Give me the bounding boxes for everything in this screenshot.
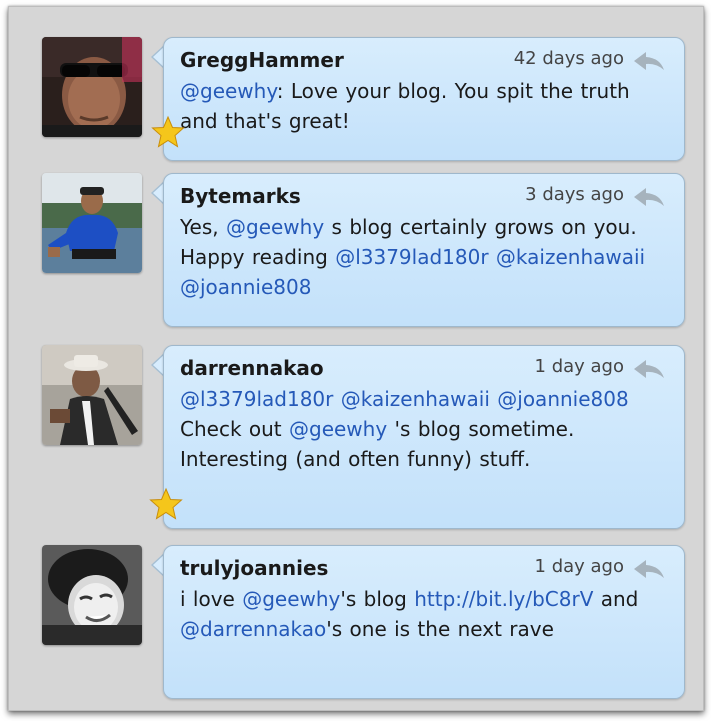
reply-arrow-icon[interactable] (632, 186, 666, 208)
url-link[interactable]: http://bit.ly/bC8rV (414, 587, 593, 611)
tweet-text-segment: 's blog (340, 587, 415, 611)
tweet-bubble: trulyjoannies 1 day ago i love @geewhy's… (163, 545, 685, 699)
tweet-bubble: GreggHammer 42 days ago @geewhy: Love yo… (163, 37, 685, 161)
mention-link[interactable]: @joannie808 (180, 275, 311, 299)
reply-arrow-icon[interactable] (632, 358, 666, 380)
tweet-bubble: darrennakao 1 day ago @l3379lad180r @kai… (163, 345, 685, 529)
mention-link[interactable]: @darrennakao (180, 617, 326, 641)
mention-link[interactable]: @joannie808 (497, 387, 628, 411)
tweet-timestamp: 3 days ago (525, 184, 624, 205)
mention-link[interactable]: @geewhy (289, 417, 387, 441)
tweet-text-segment (333, 387, 340, 411)
tweet-text-segment: Check out (180, 417, 289, 441)
tweet-text: i love @geewhy's blog http://bit.ly/bC8r… (180, 584, 670, 644)
tweet-text: @geewhy: Love your blog. You spit the tr… (180, 76, 670, 136)
tweet-text: Yes, @geewhy s blog certainly grows on y… (180, 212, 670, 302)
avatar[interactable] (42, 173, 142, 273)
timeline-panel: GreggHammer 42 days ago @geewhy: Love yo… (8, 6, 704, 711)
tweet-text-segment: and (593, 587, 639, 611)
tweet-username[interactable]: GreggHammer (180, 48, 344, 72)
mention-link[interactable]: @kaizenhawaii (341, 387, 490, 411)
avatar[interactable] (42, 37, 142, 137)
favorite-star-icon[interactable] (149, 487, 183, 521)
tweet-text-segment: 's one is the next rave (326, 617, 554, 641)
tweet-text-segment: i love (180, 587, 243, 611)
mention-link[interactable]: @l3379lad180r (335, 245, 488, 269)
tweet-text-segment: Yes, (180, 215, 226, 239)
mention-link[interactable]: @kaizenhawaii (496, 245, 645, 269)
mention-link[interactable]: @geewhy (226, 215, 324, 239)
tweet-bubble: Bytemarks 3 days ago Yes, @geewhy s blog… (163, 173, 685, 327)
tweet-username[interactable]: darrennakao (180, 356, 324, 380)
tweet-timestamp: 42 days ago (513, 48, 624, 69)
favorite-star-icon[interactable] (151, 115, 185, 149)
avatar[interactable] (42, 345, 142, 445)
tweet-timestamp: 1 day ago (534, 356, 624, 377)
tweet-username[interactable]: Bytemarks (180, 184, 301, 208)
tweet-text-segment (489, 245, 496, 269)
tweet-text: @l3379lad180r @kaizenhawaii @joannie808 … (180, 384, 670, 474)
tweet-username[interactable]: trulyjoannies (180, 556, 328, 580)
mention-link[interactable]: @geewhy (242, 587, 340, 611)
avatar[interactable] (42, 545, 142, 645)
reply-arrow-icon[interactable] (632, 50, 666, 72)
mention-link[interactable]: @geewhy (180, 79, 277, 103)
reply-arrow-icon[interactable] (632, 558, 666, 580)
tweet-timestamp: 1 day ago (534, 556, 624, 577)
mention-link[interactable]: @l3379lad180r (180, 387, 333, 411)
